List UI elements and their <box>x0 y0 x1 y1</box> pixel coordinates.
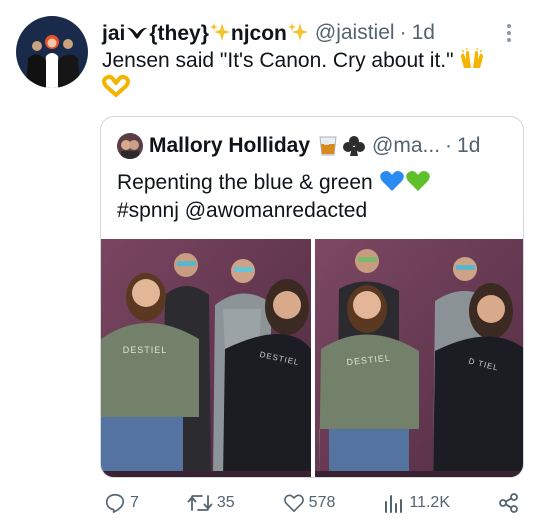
quote-header: Mallory Holliday @ma... · 1d <box>117 131 509 161</box>
heart-hands-emoji <box>102 74 130 97</box>
separator-dot: · <box>399 21 407 44</box>
retweet-button[interactable]: 35 <box>187 492 235 514</box>
view-count: 11.2K <box>409 494 450 511</box>
quote-author-handle[interactable]: @ma... <box>372 134 440 158</box>
photo-grid: DESTIEL DESTIEL DESTIEL D TIEL <box>101 239 523 477</box>
sparkles-emoji <box>287 22 308 41</box>
more-options-icon[interactable] <box>498 20 520 46</box>
tweet-header: jai {they} njcon @jaistiel · 1d <box>102 18 520 48</box>
like-count: 578 <box>308 494 336 511</box>
views-button[interactable]: 11.2K <box>383 492 450 514</box>
green-heart-emoji <box>405 171 430 191</box>
timestamp[interactable]: 1d <box>412 21 435 45</box>
reply-count: 7 <box>130 494 139 511</box>
heart-icon <box>283 494 304 512</box>
quote-author-name[interactable]: Mallory Holliday <box>149 134 310 158</box>
author-handle[interactable]: @jaistiel <box>315 21 395 45</box>
tweet-text: Jensen said "It's Canon. Cry about it." <box>102 48 522 102</box>
author-name[interactable]: jai {they} njcon <box>102 21 309 46</box>
share-button[interactable] <box>498 492 520 514</box>
views-chart-icon <box>385 495 403 513</box>
reply-icon <box>105 493 125 513</box>
quote-timestamp[interactable]: 1d <box>457 134 480 158</box>
photo-1[interactable]: DESTIEL DESTIEL <box>101 239 311 477</box>
photo-2[interactable]: DESTIEL D TIEL <box>315 239 523 477</box>
whiskey-glass-emoji <box>319 136 337 156</box>
club-suit-emoji <box>343 136 366 156</box>
quote-author-avatar[interactable] <box>117 133 143 159</box>
blue-heart-emoji <box>379 171 404 191</box>
retweet-icon <box>187 495 213 511</box>
raised-hands-emoji <box>461 48 484 68</box>
like-button[interactable]: 578 <box>283 493 336 513</box>
reply-button[interactable]: 7 <box>104 492 139 514</box>
separator-dot: · <box>445 134 453 157</box>
action-bar: 7 35 578 11.2K <box>104 490 520 516</box>
sparkles-emoji <box>209 22 230 41</box>
quote-hashtags: #spnnj @awomanredacted <box>117 199 368 222</box>
black-bird-emoji <box>127 27 148 39</box>
quote-text: Repenting the blue & green #spnnj @awoma… <box>117 169 507 225</box>
retweet-count: 35 <box>216 494 235 511</box>
quoted-tweet[interactable]: Mallory Holliday @ma... · 1d Repenting t… <box>100 116 524 478</box>
share-icon <box>499 493 518 513</box>
sweater-print: DESTIEL <box>123 345 168 355</box>
author-avatar[interactable] <box>16 16 88 88</box>
